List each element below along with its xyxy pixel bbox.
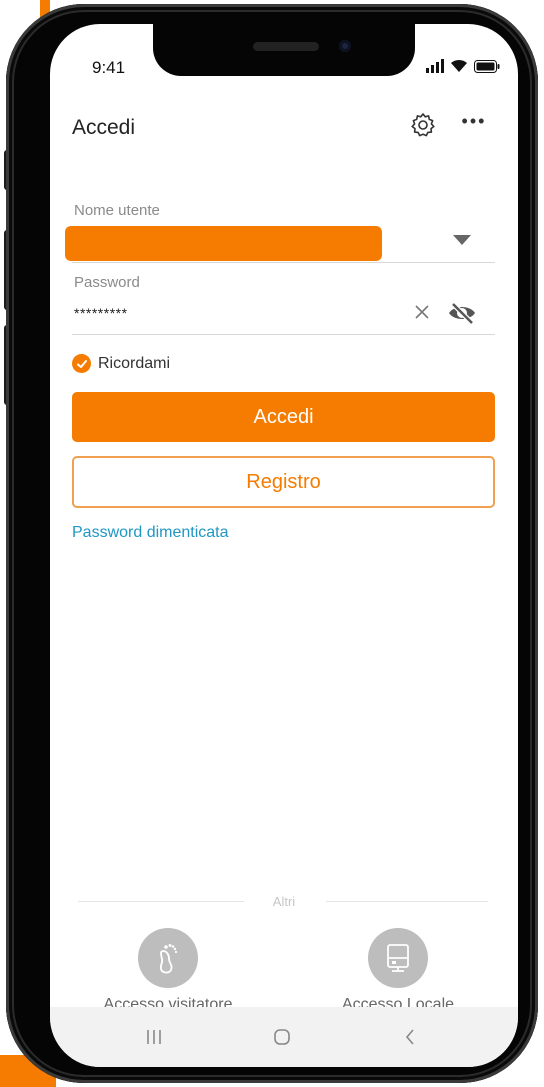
battery-icon: [474, 59, 500, 73]
wifi-icon: [451, 59, 467, 72]
username-underline: [72, 262, 495, 263]
password-underline: [72, 334, 495, 335]
local-access-option[interactable]: Accesso Locale: [298, 928, 498, 1014]
chevron-down-icon[interactable]: [453, 235, 471, 245]
signal-icon: [426, 59, 444, 73]
phone-frame: 9:41 Accedi ••• Nome utente Password ***…: [6, 4, 538, 1083]
checkmark-icon: [72, 354, 91, 373]
footprint-icon: [138, 928, 198, 988]
system-navigation-bar: [50, 1007, 518, 1067]
recent-apps-icon[interactable]: [139, 1025, 169, 1049]
speaker-grille: [253, 42, 319, 51]
clear-icon[interactable]: [413, 303, 431, 321]
eye-off-icon[interactable]: [447, 301, 477, 325]
more-icon[interactable]: •••: [460, 112, 488, 138]
home-icon[interactable]: [267, 1025, 297, 1049]
other-options-label: Altri: [272, 894, 296, 909]
remember-checkbox[interactable]: Ricordami: [72, 354, 170, 373]
forgot-password-link[interactable]: Password dimenticata: [72, 524, 229, 542]
front-camera: [339, 40, 351, 52]
register-button[interactable]: Registro: [72, 456, 495, 508]
back-icon[interactable]: [395, 1025, 425, 1049]
login-button[interactable]: Accedi: [72, 392, 495, 442]
phone-screen: 9:41 Accedi ••• Nome utente Password ***…: [50, 24, 518, 1067]
gear-icon[interactable]: [410, 112, 436, 138]
notch: [153, 24, 415, 76]
guest-access-option[interactable]: Accesso visitatore: [68, 928, 268, 1014]
status-time: 9:41: [92, 58, 126, 77]
status-icons: [426, 59, 500, 73]
page-title: Accedi: [72, 116, 136, 139]
username-label: Nome utente: [74, 202, 160, 219]
password-field[interactable]: *********: [74, 305, 128, 321]
username-field[interactable]: [65, 226, 382, 261]
local-device-icon: [368, 928, 428, 988]
password-label: Password: [74, 274, 140, 291]
remember-label: Ricordami: [98, 354, 171, 372]
